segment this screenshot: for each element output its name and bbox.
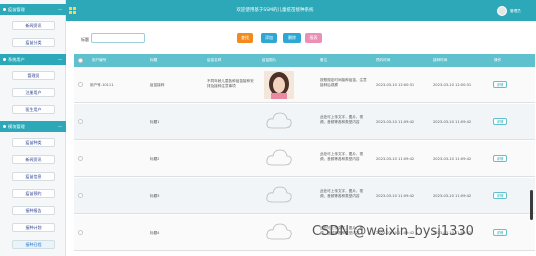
menu-section-vaccine[interactable]: 疫苗管理 — [0, 4, 66, 15]
column-header: 备注 [320, 58, 328, 62]
column-header: 用户编号 [92, 58, 107, 62]
cell-vaccination-time: 2023-03-10 11:09:42 [433, 194, 472, 198]
table-header: 用户编号 标题 疫苗名称 疫苗图片 备注 预约时间 接种时间 操作 [74, 54, 535, 67]
section-marker-icon [3, 125, 6, 128]
report-button[interactable]: 报表 [305, 33, 322, 43]
vaccine-photo [264, 71, 294, 99]
sidebar-item[interactable]: 医生用户 [12, 105, 55, 114]
sidebar-item[interactable]: 疫苗分类 [12, 38, 55, 47]
sidebar-item[interactable]: 接种报告 [12, 206, 55, 215]
detail-button[interactable]: 详情 [493, 81, 507, 88]
user-name[interactable]: 管理员 [510, 9, 521, 14]
section-title: 疫苗管理 [8, 7, 25, 12]
column-header: 操作 [494, 58, 502, 62]
section-title: 模块管理 [8, 124, 25, 129]
cell-title: 标题1 [150, 120, 160, 124]
column-header: 预约时间 [376, 58, 391, 62]
cell-remark: 按照规定时间接种疫苗，注意接种后观察 [320, 78, 367, 87]
chevron-icon: — [58, 57, 62, 62]
cell-remark: 此处可上传文字，图片，视频，音频等各种类型内容 [320, 115, 364, 124]
section-marker-icon [3, 8, 6, 11]
column-header: 接种时间 [433, 58, 448, 62]
column-header: 疫苗名称 [207, 58, 222, 62]
cell-booking-time: 2023-03-10 11:09:42 [376, 194, 415, 198]
row-checkbox[interactable] [78, 230, 83, 235]
detail-button[interactable]: 详情 [493, 155, 507, 162]
select-all-checkbox[interactable] [78, 58, 83, 63]
row-checkbox[interactable] [78, 119, 83, 124]
sidebar-item[interactable]: 新闻资讯 [12, 155, 55, 164]
main-content: 标题 查找 添加 删除 报表 用户编号 标题 疫苗名称 疫苗图片 备注 预约时间… [68, 21, 536, 256]
table-row: 标题1 此处可上传文字，图片，视频，音频等各种类型内容 2023-03-10 11:… [74, 104, 535, 140]
cell-remark: 此处可上传文字，图片，视频，音频等各种类型内容 [320, 189, 364, 198]
cell-vaccination-time: 2023-03-10 11:09:42 [433, 157, 472, 161]
cell-booking-time: 2023-03-10 12:00:31 [376, 83, 415, 87]
cell-booking-time: 2023-03-10 11:09:42 [376, 157, 415, 161]
find-button[interactable]: 查找 [237, 33, 253, 43]
sidebar-item-active[interactable]: 接种日程 [12, 240, 55, 249]
sidebar-item[interactable]: 注册用户 [12, 88, 55, 97]
detail-button[interactable]: 详情 [493, 229, 507, 236]
cloud-icon [264, 108, 294, 136]
menu-section-modules[interactable]: 模块管理 — [0, 121, 66, 132]
sidebar-item[interactable]: 疫苗种类 [12, 138, 55, 147]
table-row: 标题2 此处可上传文字，图片，视频，音频等各种类型内容 2023-03-10 11:… [74, 141, 535, 177]
avatar-icon[interactable] [497, 6, 507, 16]
column-header: 疫苗图片 [262, 58, 277, 62]
sidebar-item[interactable]: 新闻资讯 [12, 21, 55, 30]
watermark: CSDN @weixin_bysj1330 [312, 224, 474, 239]
row-checkbox[interactable] [78, 82, 83, 87]
sidebar-item[interactable]: 疫苗信息 [12, 172, 55, 181]
cell-title: 疫苗接种 [150, 83, 165, 87]
cell-vaccine-name: 不同年龄儿童各种疫苗接种安排及接种注意事项 [207, 79, 254, 88]
top-bar: 欢迎使用基于SSM的儿童疫苗接种系统 管理员 [0, 0, 536, 21]
chevron-icon: — [58, 7, 62, 12]
cell-title: 标题3 [150, 194, 160, 198]
cell-title: 标题2 [150, 157, 160, 161]
chevron-icon: — [58, 124, 62, 129]
sidebar-item[interactable]: 管理员 [12, 71, 55, 80]
row-checkbox[interactable] [78, 156, 83, 161]
cell-booking-time: 2023-03-10 11:09:42 [376, 120, 415, 124]
detail-button[interactable]: 详情 [493, 192, 507, 199]
delete-button[interactable]: 删除 [283, 33, 301, 43]
row-checkbox[interactable] [78, 193, 83, 198]
sidebar-item[interactable]: 疫苗预约 [12, 189, 55, 198]
detail-button[interactable]: 详情 [493, 118, 507, 125]
cell-vaccination-time: 2023-03-10 11:09:42 [433, 120, 472, 124]
sidebar-item[interactable]: 接种计划 [12, 223, 55, 232]
search-label: 标题 [81, 37, 89, 42]
cloud-icon [264, 182, 294, 210]
cell-user-id: 用户号-10111 [90, 83, 114, 87]
cell-vaccination-time: 2023-03-10 12:00:31 [433, 83, 472, 87]
section-title: 系统用户 [8, 57, 25, 62]
cloud-icon [264, 219, 294, 247]
search-input[interactable] [91, 33, 145, 43]
table-row: 标题3 此处可上传文字，图片，视频，音频等各种类型内容 2023-03-10 11:… [74, 178, 535, 214]
cell-remark: 此处可上传文字，图片，视频，音频等各种类型内容 [320, 152, 364, 161]
grid-icon[interactable] [69, 7, 76, 14]
section-marker-icon [3, 58, 6, 61]
menu-section-users[interactable]: 系统用户 — [0, 54, 66, 65]
cell-title: 标题4 [150, 231, 160, 235]
add-button[interactable]: 添加 [261, 33, 277, 43]
column-header: 标题 [150, 58, 158, 62]
cloud-icon [264, 145, 294, 173]
sidebar: 疫苗管理 — 新闻资讯 疫苗分类 系统用户 — 管理员 注册用户 医生用户 模块… [0, 0, 66, 256]
table-row: 用户号-10111 疫苗接种 不同年龄儿童各种疫苗接种安排及接种注意事项 按照规定时间… [74, 67, 535, 103]
scrollbar[interactable] [530, 190, 533, 220]
app-title: 欢迎使用基于SSM的儿童疫苗接种系统 [236, 8, 314, 13]
